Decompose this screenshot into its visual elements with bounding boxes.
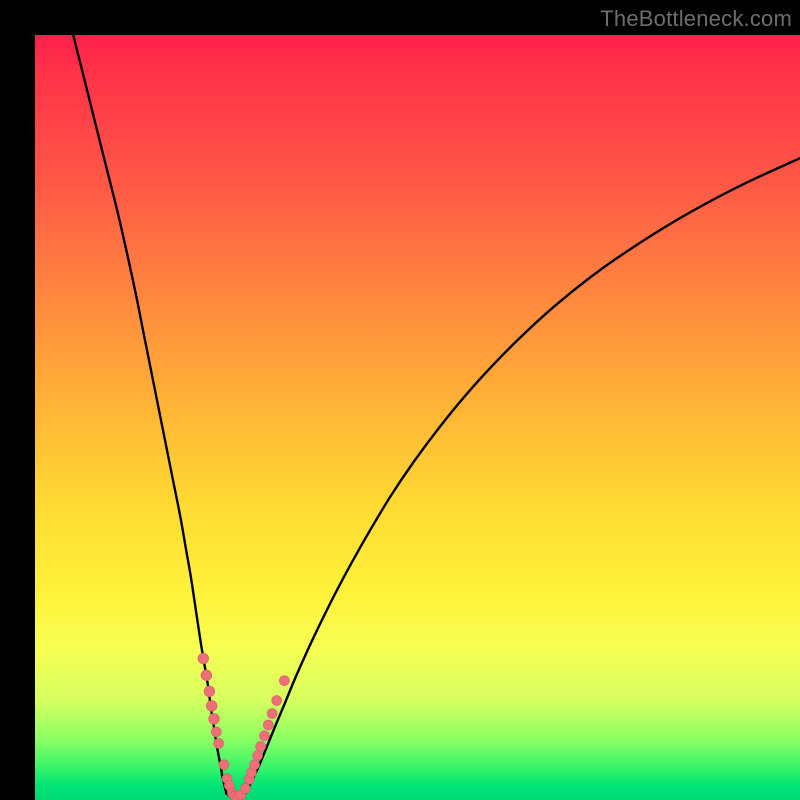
data-marker [263, 720, 273, 730]
data-marker [204, 686, 215, 697]
data-marker [253, 751, 263, 761]
data-marker [219, 760, 229, 770]
bottleneck-curve-path [73, 35, 800, 799]
data-marker [209, 714, 220, 725]
data-marker [279, 676, 289, 686]
curve-group [73, 35, 800, 799]
data-marker [214, 738, 224, 748]
bottleneck-curve-svg [35, 35, 800, 800]
data-marker [260, 731, 270, 741]
data-marker [201, 670, 212, 681]
data-marker [272, 696, 282, 706]
watermark-text: TheBottleneck.com [600, 6, 792, 32]
data-marker [240, 784, 250, 794]
data-marker [267, 709, 277, 719]
data-marker [250, 760, 260, 770]
data-marker [211, 727, 221, 737]
data-marker [198, 653, 209, 664]
chart-stage: TheBottleneck.com [0, 0, 800, 800]
data-marker [256, 741, 266, 751]
plot-area [35, 35, 800, 800]
data-marker [206, 701, 217, 712]
